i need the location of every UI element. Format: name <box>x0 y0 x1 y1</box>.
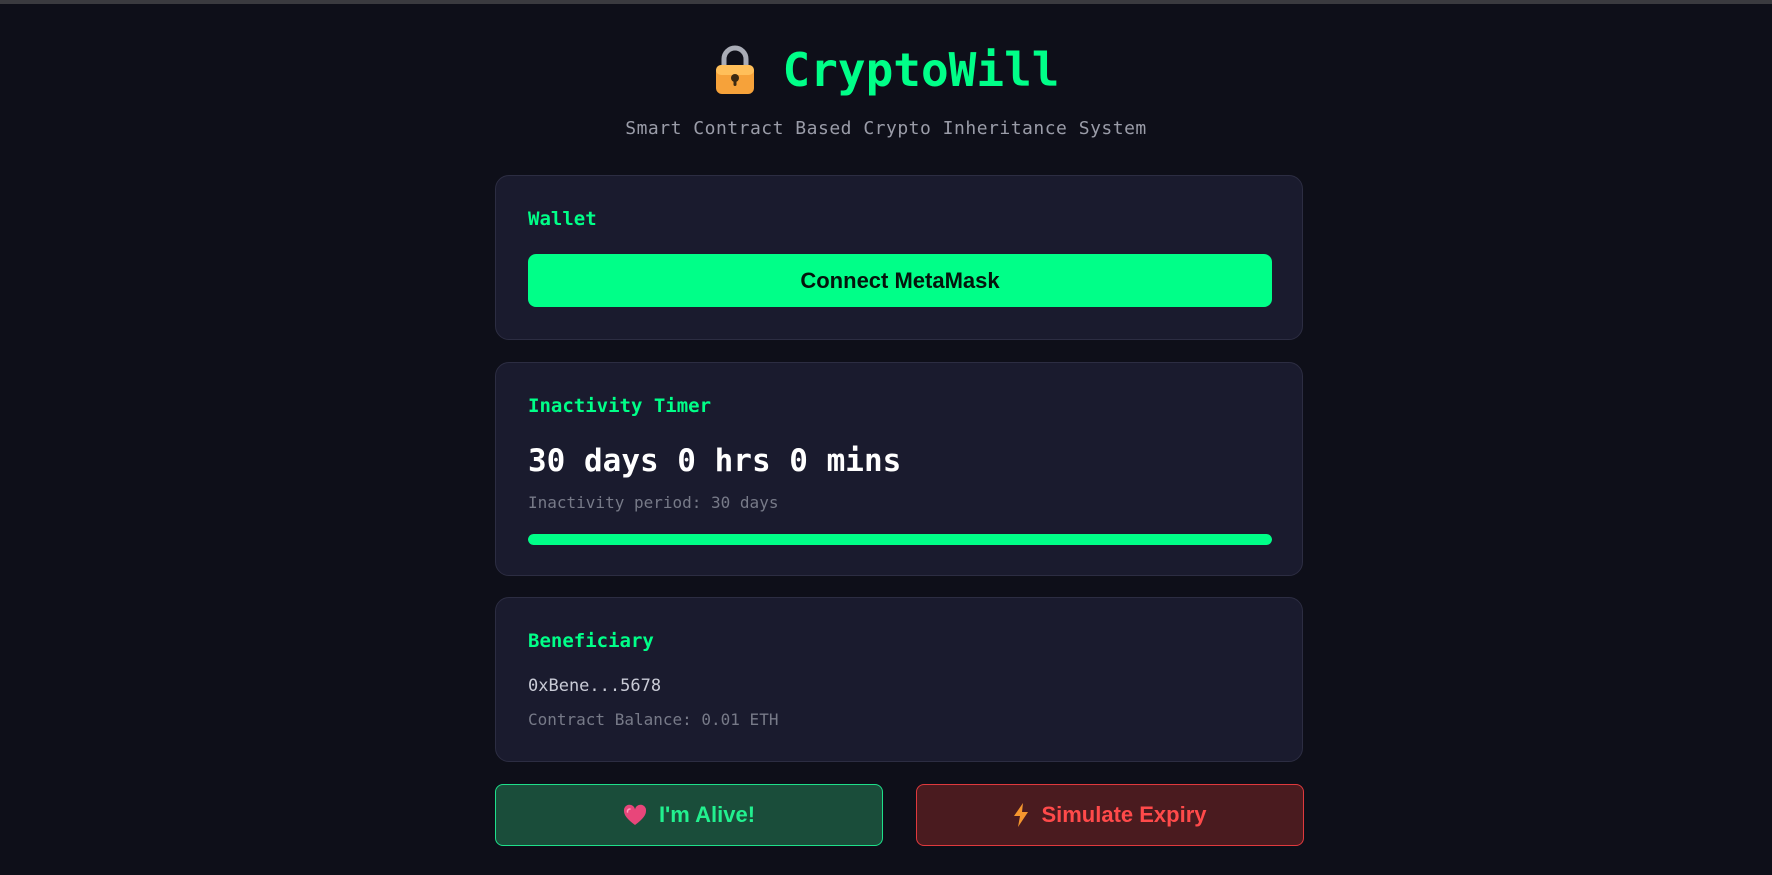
top-border <box>0 0 1772 4</box>
beneficiary-address: 0xBene...5678 <box>528 676 662 696</box>
lock-icon <box>713 45 757 95</box>
wallet-title: Wallet <box>528 208 597 230</box>
wallet-card: Wallet Connect MetaMask <box>495 175 1303 340</box>
inactivity-timer-card: Inactivity Timer 30 days 0 hrs 0 mins In… <box>495 362 1303 576</box>
simulate-expiry-label: Simulate Expiry <box>1041 802 1207 827</box>
app-header: CryptoWill Smart Contract Based Crypto I… <box>0 40 1772 139</box>
timer-progress-fill <box>528 534 1272 545</box>
timer-title: Inactivity Timer <box>528 395 712 417</box>
app-subtitle: Smart Contract Based Crypto Inheritance … <box>625 118 1147 139</box>
im-alive-label: I'm Alive! <box>658 802 756 827</box>
timer-remaining: 30 days 0 hrs 0 mins <box>528 443 902 479</box>
beneficiary-card: Beneficiary 0xBene...5678 Contract Balan… <box>495 597 1303 762</box>
simulate-expiry-button[interactable]: Simulate Expiry <box>916 784 1304 846</box>
app-title: CryptoWill <box>782 43 1060 97</box>
timer-progress-bar <box>528 534 1272 545</box>
inactivity-period: Inactivity period: 30 days <box>528 493 779 512</box>
title-row: CryptoWill <box>0 40 1772 100</box>
im-alive-button[interactable]: I'm Alive! <box>495 784 883 846</box>
connect-metamask-button[interactable]: Connect MetaMask <box>528 254 1272 307</box>
heart-icon <box>623 804 647 826</box>
lightning-icon <box>1013 803 1029 827</box>
beneficiary-title: Beneficiary <box>528 630 654 652</box>
contract-balance: Contract Balance: 0.01 ETH <box>528 710 779 729</box>
